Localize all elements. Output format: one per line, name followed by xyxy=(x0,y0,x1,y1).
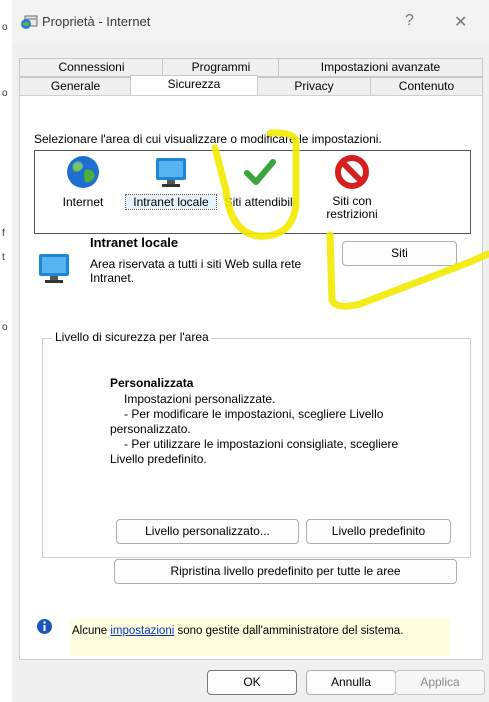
level-line: Impostazioni personalizzate. xyxy=(124,392,276,406)
bg-char: o xyxy=(2,88,8,99)
settings-link[interactable]: impostazioni xyxy=(110,625,174,637)
internet-options-icon xyxy=(21,15,38,29)
tab-generale[interactable]: Generale xyxy=(19,77,132,96)
help-button[interactable]: ? xyxy=(405,12,414,30)
zone-label: Siti attendibili xyxy=(224,195,296,209)
close-button[interactable]: ✕ xyxy=(454,12,467,32)
level-line: - Per utilizzare le impostazioni consigl… xyxy=(124,437,399,451)
security-level-group-title: Livello di sicurezza per l'area xyxy=(52,330,212,344)
internet-properties-dialog: Proprietà - Internet ? ✕ Connessioni Pro… xyxy=(12,0,489,702)
window-title: Proprietà - Internet xyxy=(42,14,151,29)
prohibited-icon xyxy=(335,155,369,189)
tab-impostazioni-avanzate[interactable]: Impostazioni avanzate xyxy=(278,58,483,77)
globe-icon xyxy=(67,156,99,188)
sites-button[interactable]: Siti xyxy=(342,241,457,266)
zone-intranet-locale[interactable]: Intranet locale xyxy=(125,150,217,220)
zone-label: Internet xyxy=(62,195,104,209)
zone-siti-con-restrizioni[interactable]: Siti con restrizioni xyxy=(310,150,394,230)
level-line: - Per modificare le impostazioni, scegli… xyxy=(124,407,384,421)
level-line: Livello predefinito. xyxy=(110,452,207,466)
selected-zone-title: Intranet locale xyxy=(90,235,179,250)
bg-char: t xyxy=(2,252,5,263)
tab-contenuto[interactable]: Contenuto xyxy=(370,77,483,96)
admin-note: Alcune impostazioni sono gestite dall'am… xyxy=(72,625,403,637)
ok-button[interactable]: OK xyxy=(207,670,297,695)
apply-button[interactable]: Applica xyxy=(395,670,485,695)
level-name: Personalizzata xyxy=(110,376,194,390)
bg-char: o xyxy=(2,322,8,333)
tab-sicurezza[interactable]: Sicurezza xyxy=(130,75,258,95)
admin-note-prefix: Alcune xyxy=(72,625,111,637)
zone-instruction: Selezionare l'area di cui visualizzare o… xyxy=(34,132,382,146)
zone-label: Intranet locale xyxy=(125,194,217,210)
zone-label: Siti con restrizioni xyxy=(326,194,378,221)
monitor-icon xyxy=(156,158,186,187)
bg-char: f xyxy=(2,228,5,239)
reset-all-zones-button[interactable]: Ripristina livello predefinito per tutte… xyxy=(114,559,457,584)
cancel-button[interactable]: Annulla xyxy=(306,670,396,695)
selected-zone-description: Area riservata a tutti i siti Web sulla … xyxy=(90,257,302,285)
bg-char: o xyxy=(2,22,8,33)
default-level-button[interactable]: Livello predefinito xyxy=(306,519,451,544)
level-line: personalizzato. xyxy=(110,422,191,436)
info-icon xyxy=(37,619,52,634)
admin-note-highlight xyxy=(70,618,450,656)
zone-internet[interactable]: Internet xyxy=(40,150,126,220)
admin-note-suffix: sono gestite dall'amministratore del sis… xyxy=(174,625,404,637)
checkmark-icon xyxy=(244,159,276,185)
level-description: Impostazioni personalizzate. - Per modif… xyxy=(110,392,420,467)
tab-privacy[interactable]: Privacy xyxy=(256,77,372,96)
custom-level-button[interactable]: Livello personalizzato... xyxy=(116,519,299,544)
title-bar[interactable]: Proprietà - Internet ? ✕ xyxy=(12,0,489,44)
zone-siti-attendibili[interactable]: Siti attendibili xyxy=(216,150,304,220)
monitor-icon xyxy=(39,254,69,283)
